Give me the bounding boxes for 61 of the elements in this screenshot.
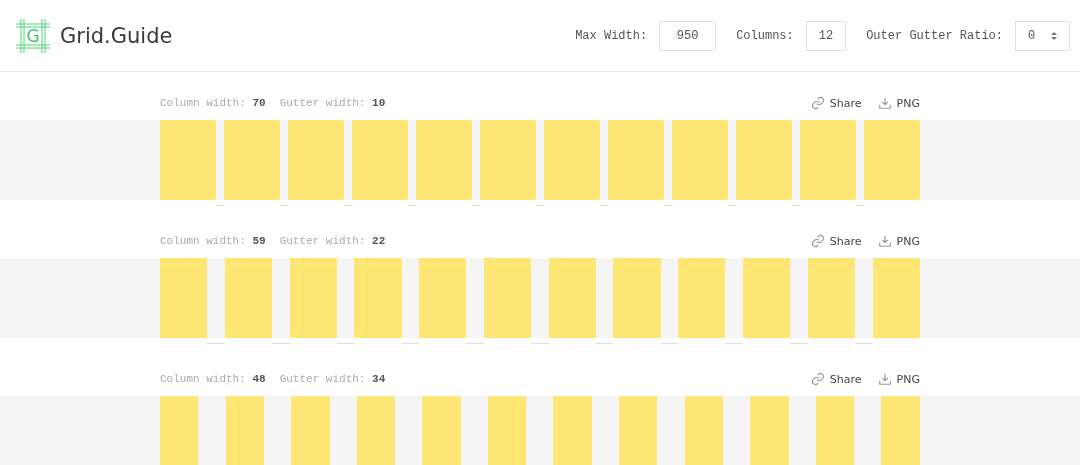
gutter-marker bbox=[728, 204, 736, 206]
grid-column bbox=[815, 396, 855, 465]
gutter-marker bbox=[344, 204, 352, 206]
grid-column bbox=[881, 396, 920, 465]
gutter-width-text: Gutter width: 10 bbox=[279, 97, 386, 109]
gutter-marker bbox=[207, 342, 225, 344]
gutter-marker bbox=[790, 342, 808, 344]
gutter-marker bbox=[725, 342, 744, 344]
grid-column bbox=[291, 396, 330, 465]
gutter-marker bbox=[408, 204, 416, 206]
gutter-marker bbox=[216, 204, 224, 206]
grid-column bbox=[750, 396, 789, 465]
grid-column bbox=[487, 396, 527, 465]
share-link[interactable]: Share bbox=[810, 96, 862, 110]
gutter-width-text: Gutter width: 34 bbox=[279, 373, 386, 385]
gutter-marker bbox=[466, 342, 484, 344]
grid-column bbox=[160, 396, 199, 465]
download-icon bbox=[877, 234, 892, 248]
field-label: Columns: bbox=[736, 28, 794, 43]
gutter-marker bbox=[336, 342, 355, 344]
field-label: Outer Gutter Ratio: bbox=[866, 28, 1003, 43]
share-link[interactable]: Share bbox=[810, 372, 862, 386]
input-field[interactable]: 12 bbox=[805, 20, 847, 51]
spinner-icon[interactable] bbox=[1051, 30, 1057, 41]
gutter-marker bbox=[536, 204, 544, 206]
png-download-link[interactable]: PNG bbox=[877, 234, 920, 248]
logo-letter: G bbox=[26, 25, 40, 46]
gutter-marker bbox=[531, 342, 549, 344]
link-icon bbox=[810, 234, 825, 248]
number-field[interactable]: 0 bbox=[1015, 20, 1070, 51]
gutter-marker bbox=[472, 204, 480, 206]
field-label: Max Width: bbox=[575, 28, 648, 43]
gutter-marker bbox=[660, 342, 679, 344]
grid-column bbox=[684, 396, 723, 465]
link-icon bbox=[810, 96, 825, 110]
png-download-link[interactable]: PNG bbox=[877, 96, 920, 110]
app-title: Grid.Guide bbox=[60, 23, 173, 48]
download-icon bbox=[877, 96, 892, 110]
gutter-marker bbox=[280, 204, 288, 206]
column-width-text: Column width: 48 bbox=[160, 373, 266, 385]
gutter-marker bbox=[595, 342, 614, 344]
gutter-marker bbox=[792, 204, 800, 206]
gutter-width-text: Gutter width: 22 bbox=[279, 235, 386, 247]
share-link[interactable]: Share bbox=[810, 234, 862, 248]
download-icon bbox=[877, 372, 892, 386]
grid-column bbox=[619, 396, 658, 465]
input-field[interactable]: 950 bbox=[659, 20, 717, 51]
grid-column bbox=[356, 396, 396, 465]
grid-column bbox=[553, 396, 592, 465]
column-width-text: Column width: 59 bbox=[160, 235, 266, 247]
column-width-text: Column width: 70 bbox=[160, 97, 266, 109]
gutter-marker bbox=[271, 342, 290, 344]
gutter-marker bbox=[401, 342, 420, 344]
gutter-marker bbox=[664, 204, 672, 206]
gutter-marker bbox=[856, 204, 864, 206]
gutter-marker bbox=[600, 204, 608, 206]
link-icon bbox=[810, 372, 825, 386]
grid-column bbox=[225, 396, 264, 465]
png-download-link[interactable]: PNG bbox=[877, 372, 920, 386]
grid-column bbox=[422, 396, 461, 465]
gutter-marker bbox=[855, 342, 873, 344]
